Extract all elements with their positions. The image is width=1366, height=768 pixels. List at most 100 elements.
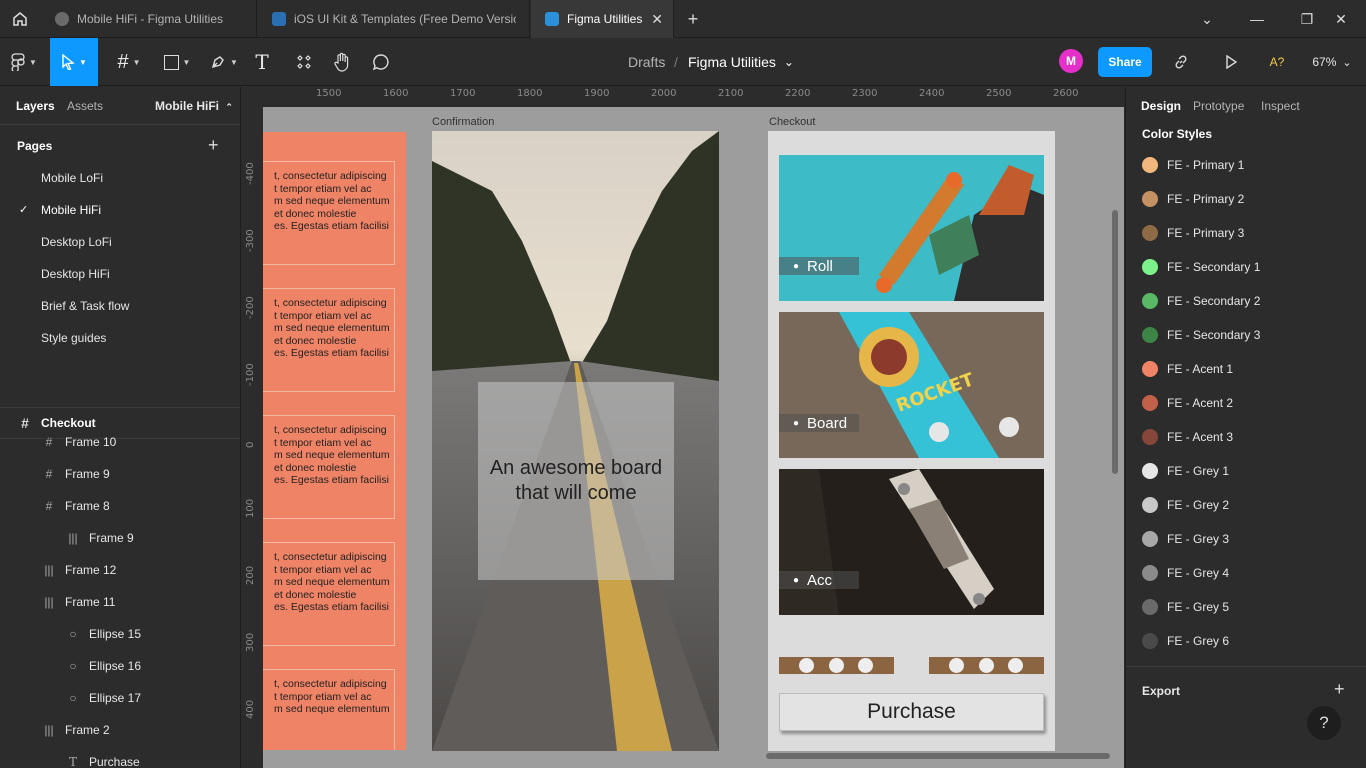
quantity-indicator[interactable] [779, 657, 894, 674]
color-style-row[interactable]: FE - Secondary 1 [1142, 257, 1260, 277]
page-selector[interactable]: Mobile HiFi ⌃ [155, 99, 233, 113]
ellipse[interactable] [979, 658, 994, 673]
ellipse-15[interactable] [799, 658, 814, 673]
layer-row[interactable]: ○ Ellipse 16 [0, 650, 240, 682]
tab-mobile-hifi[interactable]: Mobile HiFi - Figma Utilities [41, 0, 257, 38]
zoom-menu[interactable]: 67% ⌄ [1306, 38, 1358, 86]
lorem-line: es. Egestas etiam facilisi [274, 474, 389, 487]
color-style-row[interactable]: FE - Grey 3 [1142, 529, 1229, 549]
file-name[interactable]: Figma Utilities ⌄ [688, 38, 794, 86]
lorem-card[interactable]: t, consectetur adipiscing t tempor etiam… [263, 161, 395, 265]
layer-row[interactable]: ||| Frame 11 [0, 586, 240, 618]
page-item-brief-task-flow[interactable]: Brief & Task flow [41, 299, 129, 313]
chevron-up-icon: ⌃ [225, 102, 233, 112]
color-style-row[interactable]: FE - Grey 4 [1142, 563, 1229, 583]
new-tab-button[interactable]: + [668, 0, 718, 38]
avatar[interactable]: M [1059, 49, 1083, 73]
tabs-dropdown-button[interactable]: ⌄ [1182, 0, 1232, 38]
text-tool[interactable]: T [247, 38, 277, 86]
purchase-button[interactable]: Purchase [779, 693, 1044, 731]
color-style-row[interactable]: FE - Grey 2 [1142, 495, 1229, 515]
ellipse-17[interactable] [858, 658, 873, 673]
color-style-row[interactable]: FE - Grey 1 [1142, 461, 1229, 481]
tab-prototype[interactable]: Prototype [1193, 99, 1244, 113]
help-button[interactable]: ? [1307, 706, 1341, 740]
lorem-card[interactable]: t, consectetur adipiscing t tempor etiam… [263, 288, 395, 392]
layer-row[interactable]: ○ Ellipse 17 [0, 682, 240, 714]
color-style-row[interactable]: FE - Secondary 3 [1142, 325, 1260, 345]
tab-ios-ui-kit[interactable]: iOS UI Kit & Templates (Free Demo Versio… [258, 0, 530, 38]
color-styles-title: Color Styles [1142, 127, 1213, 141]
orange-frame[interactable]: t, consectetur adipiscing t tempor etiam… [263, 132, 406, 750]
color-style-row[interactable]: FE - Grey 5 [1142, 597, 1229, 617]
missing-fonts-button[interactable]: A? [1263, 38, 1291, 86]
shape-tool[interactable]: ▼ [153, 38, 201, 86]
main-menu-button[interactable]: ▼ [0, 38, 48, 86]
vertical-scrollbar[interactable] [1112, 210, 1118, 474]
blur-overlay-card[interactable]: An awesome board that will come [478, 382, 674, 580]
frame-tool[interactable]: # ▼ [105, 38, 153, 86]
add-page-button[interactable]: + [208, 135, 219, 156]
checkout-frame[interactable]: ● Roll ROCKET ● Board ● Acc Purchase [768, 131, 1055, 751]
layer-row[interactable]: # Frame 10 [0, 426, 240, 458]
frame-label-confirmation[interactable]: Confirmation [432, 116, 494, 128]
color-style-row[interactable]: FE - Grey 6 [1142, 631, 1229, 651]
color-style-row[interactable]: FE - Secondary 2 [1142, 291, 1260, 311]
canvas[interactable]: 1500 1600 1700 1800 1900 2000 2100 2200 … [242, 87, 1124, 768]
hand-tool[interactable] [327, 38, 357, 86]
close-tab-icon[interactable]: ✕ [651, 11, 663, 28]
color-style-row[interactable]: FE - Primary 1 [1142, 155, 1244, 175]
lorem-card[interactable]: t, consectetur adipiscing t tempor etiam… [263, 415, 395, 519]
color-swatch [1142, 259, 1158, 275]
product-card-roll[interactable]: ● Roll [779, 155, 1044, 301]
page-item-mobile-lofi[interactable]: Mobile LoFi [41, 171, 103, 185]
layer-label: Frame 11 [65, 595, 116, 609]
layer-row[interactable]: ||| Frame 12 [0, 554, 240, 586]
home-button[interactable] [0, 0, 40, 38]
move-tool[interactable]: ▼ [50, 38, 98, 86]
page-item-desktop-lofi[interactable]: Desktop LoFi [41, 235, 112, 249]
color-style-row[interactable]: FE - Primary 2 [1142, 189, 1244, 209]
layer-row[interactable]: ○ Ellipse 15 [0, 618, 240, 650]
tab-layers[interactable]: Layers [16, 99, 55, 113]
frame-label-checkout[interactable]: Checkout [769, 116, 815, 128]
product-card-board[interactable]: ROCKET ● Board [779, 312, 1044, 458]
tab-assets[interactable]: Assets [67, 99, 103, 113]
check-icon: ✓ [19, 204, 29, 216]
page-item-mobile-hifi[interactable]: Mobile HiFi [41, 203, 101, 217]
resources-tool[interactable] [289, 38, 319, 86]
horizontal-scrollbar[interactable] [766, 753, 1110, 759]
page-item-desktop-hifi[interactable]: Desktop HiFi [41, 267, 110, 281]
share-button[interactable]: Share [1098, 47, 1152, 77]
present-button[interactable] [1216, 38, 1246, 86]
pen-tool[interactable]: ▼ [200, 38, 248, 86]
color-style-row[interactable]: FE - Acent 3 [1142, 427, 1233, 447]
ellipse-16[interactable] [829, 658, 844, 673]
color-style-row[interactable]: FE - Acent 1 [1142, 359, 1233, 379]
add-export-button[interactable]: + [1334, 679, 1345, 700]
breadcrumb-drafts[interactable]: Drafts [628, 38, 665, 86]
layer-row[interactable]: # Frame 8 [0, 490, 240, 522]
lorem-card[interactable]: t, consectetur adipiscing t tempor etiam… [263, 669, 395, 750]
minimize-button[interactable]: — [1232, 0, 1282, 38]
close-window-button[interactable]: ✕ [1316, 0, 1366, 38]
tab-figma-utilities[interactable]: Figma Utilities ✕ [531, 0, 674, 38]
copy-link-button[interactable] [1166, 38, 1196, 86]
item-label-text: Board [807, 414, 848, 432]
layer-row[interactable]: ||| Frame 2 [0, 714, 240, 746]
quantity-indicator[interactable] [929, 657, 1044, 674]
comment-tool[interactable] [366, 38, 396, 86]
ellipse[interactable] [949, 658, 964, 673]
product-card-acc[interactable]: ● Acc [779, 469, 1044, 615]
tab-design[interactable]: Design [1141, 99, 1181, 113]
layer-row[interactable]: ||| Frame 9 [0, 522, 240, 554]
confirmation-frame[interactable]: An awesome board that will come [432, 131, 719, 751]
layer-row[interactable]: # Frame 9 [0, 458, 240, 490]
ellipse[interactable] [1008, 658, 1023, 673]
color-style-row[interactable]: FE - Primary 3 [1142, 223, 1244, 243]
page-item-style-guides[interactable]: Style guides [41, 331, 106, 345]
layer-row[interactable]: T Purchase [0, 746, 240, 768]
lorem-card[interactable]: t, consectetur adipiscing t tempor etiam… [263, 542, 395, 646]
color-style-row[interactable]: FE - Acent 2 [1142, 393, 1233, 413]
tab-inspect[interactable]: Inspect [1261, 99, 1300, 113]
